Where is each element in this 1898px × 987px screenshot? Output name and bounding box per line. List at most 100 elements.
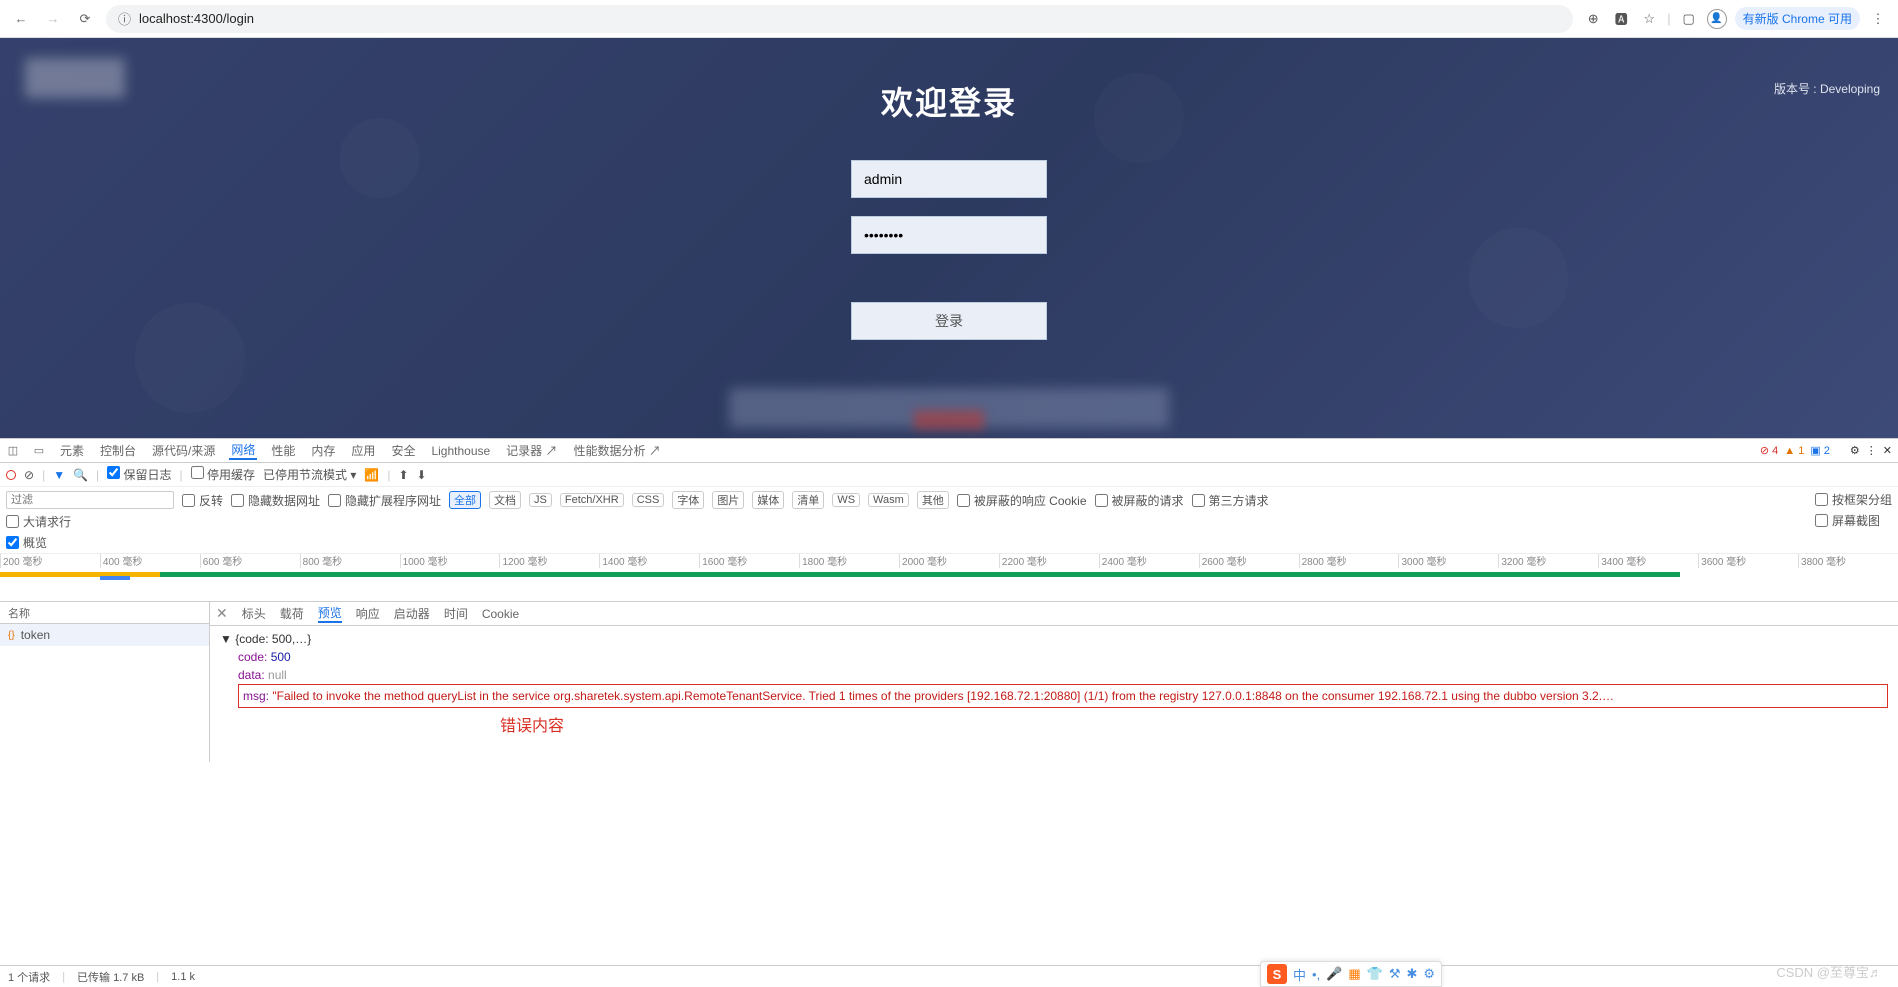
filter-ws[interactable]: WS: [832, 493, 860, 507]
tab-cookies[interactable]: Cookie: [482, 607, 519, 621]
group-frame-checkbox[interactable]: 按框架分组: [1815, 491, 1892, 508]
csdn-watermark: CSDN @至尊宝♬: [1776, 962, 1882, 981]
warning-count[interactable]: ▲ 1: [1784, 445, 1804, 457]
device-icon[interactable]: ▭: [32, 444, 46, 458]
export-icon[interactable]: ⬇: [417, 468, 427, 482]
network-conditions-icon[interactable]: 📶: [364, 468, 379, 482]
screenshot-checkbox[interactable]: 屏幕截图: [1815, 512, 1892, 529]
inspect-icon[interactable]: ◫: [6, 444, 20, 458]
error-count[interactable]: ⊘ 4: [1760, 444, 1778, 457]
ime-mode[interactable]: 中: [1293, 965, 1306, 984]
tab-initiator[interactable]: 启动器: [394, 605, 430, 622]
large-rows-checkbox[interactable]: 大请求行: [6, 513, 1269, 530]
back-button[interactable]: ←: [10, 8, 32, 30]
chrome-update-badge[interactable]: 有新版 Chrome 可用: [1735, 7, 1860, 30]
filter-input[interactable]: [6, 491, 174, 509]
timeline-bar: [160, 572, 1680, 577]
ime-voice-icon[interactable]: 🎤: [1326, 966, 1342, 982]
close-detail-icon[interactable]: ✕: [216, 605, 228, 622]
hide-ext-checkbox[interactable]: 隐藏扩展程序网址: [328, 492, 441, 509]
network-timeline[interactable]: 200 毫秒400 毫秒600 毫秒800 毫秒1000 毫秒1200 毫秒14…: [0, 554, 1898, 602]
third-party-checkbox[interactable]: 第三方请求: [1192, 492, 1269, 509]
filter-img[interactable]: 图片: [712, 491, 744, 509]
request-detail-pane: ✕ 标头 载荷 预览 响应 启动器 时间 Cookie ▼ {code: 500…: [210, 602, 1898, 762]
tab-security[interactable]: 安全: [389, 442, 417, 459]
ime-punct-icon[interactable]: •,: [1312, 967, 1320, 982]
devtools-close-icon[interactable]: ✕: [1883, 444, 1892, 457]
detail-tabs: ✕ 标头 载荷 预览 响应 启动器 时间 Cookie: [210, 602, 1898, 626]
filter-js[interactable]: JS: [529, 493, 552, 507]
profile-avatar[interactable]: 👤: [1707, 9, 1727, 29]
name-column-header[interactable]: 名称: [0, 602, 209, 624]
preserve-log-checkbox[interactable]: 保留日志: [107, 466, 171, 483]
tab-payload[interactable]: 载荷: [280, 605, 304, 622]
request-row-token[interactable]: {} token: [0, 624, 209, 646]
info-count[interactable]: ▣ 2: [1810, 444, 1830, 457]
blocked-req-checkbox[interactable]: 被屏蔽的请求: [1095, 492, 1184, 509]
username-input[interactable]: [851, 160, 1047, 198]
ime-sparkle-icon[interactable]: ✱: [1407, 966, 1418, 982]
tab-recorder[interactable]: 记录器 ↗: [504, 442, 559, 459]
settings-icon[interactable]: ⚙: [1850, 444, 1860, 457]
site-info-icon[interactable]: ⓘ: [118, 9, 131, 28]
import-icon[interactable]: ⬆: [398, 468, 408, 482]
filter-icon[interactable]: ▼: [53, 468, 65, 482]
password-icon[interactable]: ⊕: [1583, 9, 1603, 29]
sogou-logo-icon[interactable]: S: [1267, 964, 1287, 984]
error-annotation: 错误内容: [220, 708, 1888, 736]
tab-performance[interactable]: 性能: [269, 442, 297, 459]
tab-elements[interactable]: 元素: [58, 442, 86, 459]
tab-memory[interactable]: 内存: [309, 442, 337, 459]
filter-media[interactable]: 媒体: [752, 491, 784, 509]
menu-icon[interactable]: ⋮: [1868, 9, 1888, 29]
devtools-menu-icon[interactable]: ⋮: [1866, 444, 1877, 457]
filter-doc[interactable]: 文档: [489, 491, 521, 509]
throttle-select[interactable]: 已停用节流模式 ▾: [263, 466, 356, 483]
search-icon[interactable]: 🔍: [73, 468, 88, 482]
password-input[interactable]: [851, 216, 1047, 254]
login-page: 版本号 : Developing 欢迎登录 登录: [0, 38, 1898, 438]
tab-application[interactable]: 应用: [349, 442, 377, 459]
record-button[interactable]: [6, 470, 16, 480]
error-msg-text: "Failed to invoke the method queryList i…: [272, 689, 1614, 703]
filter-other[interactable]: 其他: [917, 491, 949, 509]
filter-all[interactable]: 全部: [449, 491, 481, 509]
filter-manifest[interactable]: 清单: [792, 491, 824, 509]
filter-font[interactable]: 字体: [672, 491, 704, 509]
reload-button[interactable]: ⟳: [74, 8, 96, 30]
tab-response[interactable]: 响应: [356, 605, 380, 622]
address-bar[interactable]: ⓘ localhost:4300/login: [106, 5, 1573, 33]
ime-toolbox-icon[interactable]: ⚒: [1389, 966, 1401, 982]
translate-icon[interactable]: 🅰: [1611, 9, 1631, 29]
disable-cache-checkbox[interactable]: 停用缓存: [191, 466, 255, 483]
ime-shirt-icon[interactable]: 👕: [1367, 966, 1383, 982]
extensions-icon[interactable]: ▢: [1679, 9, 1699, 29]
tab-lighthouse[interactable]: Lighthouse: [429, 444, 492, 458]
login-button[interactable]: 登录: [851, 302, 1047, 340]
forward-button[interactable]: →: [42, 8, 64, 30]
version-label: 版本号 : Developing: [1774, 80, 1880, 97]
tab-preview[interactable]: 预览: [318, 604, 342, 623]
blocked-cookies-checkbox[interactable]: 被屏蔽的响应 Cookie: [957, 492, 1087, 509]
tab-sources[interactable]: 源代码/来源: [150, 442, 217, 459]
tab-console[interactable]: 控制台: [98, 442, 138, 459]
clear-button[interactable]: ⊘: [24, 468, 34, 482]
invert-checkbox[interactable]: 反转: [182, 492, 223, 509]
tab-timing[interactable]: 时间: [444, 605, 468, 622]
filter-css[interactable]: CSS: [632, 493, 665, 507]
response-preview[interactable]: ▼ {code: 500,…} code: 500 data: null msg…: [210, 626, 1898, 740]
ime-keyboard-icon[interactable]: ▦: [1348, 966, 1360, 982]
hide-data-checkbox[interactable]: 隐藏数据网址: [231, 492, 320, 509]
tab-headers[interactable]: 标头: [242, 605, 266, 622]
filter-fetch[interactable]: Fetch/XHR: [560, 493, 624, 507]
tab-network[interactable]: 网络: [229, 441, 257, 460]
ime-toolbar[interactable]: S 中 •, 🎤 ▦ 👕 ⚒ ✱ ⚙: [1260, 961, 1442, 987]
bookmark-icon[interactable]: ☆: [1639, 9, 1659, 29]
filter-wasm[interactable]: Wasm: [868, 493, 909, 507]
footer-redacted-accent: [914, 410, 984, 430]
overview-checkbox[interactable]: 概览: [6, 534, 1269, 551]
timeline-bar: [0, 572, 160, 577]
tab-perf-insights[interactable]: 性能数据分析 ↗: [572, 442, 663, 459]
network-detail-split: 名称 {} token ✕ 标头 载荷 预览 响应 启动器 时间 Cookie …: [0, 602, 1898, 762]
ime-settings-icon[interactable]: ⚙: [1423, 966, 1435, 982]
